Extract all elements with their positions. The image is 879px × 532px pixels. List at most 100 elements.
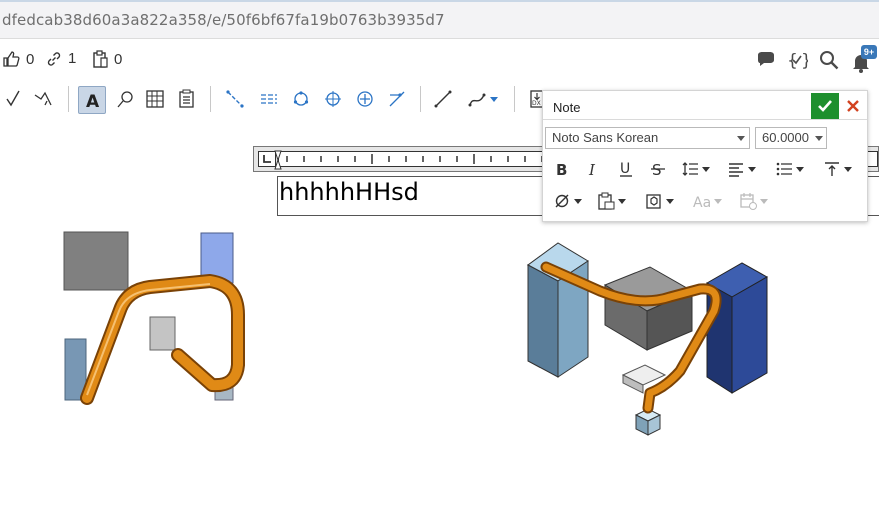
- leader-tool[interactable]: [30, 86, 56, 112]
- text-case-icon: Aa: [693, 195, 711, 210]
- table-tool[interactable]: [142, 86, 168, 112]
- insert-property-button[interactable]: [645, 189, 674, 213]
- underline-button[interactable]: U: [617, 157, 635, 181]
- note-tool[interactable]: A: [78, 86, 106, 114]
- line-icon: [434, 90, 452, 108]
- bolt-circle-tool[interactable]: [288, 86, 314, 112]
- bold-button[interactable]: B: [553, 157, 571, 181]
- isometric-view[interactable]: [520, 230, 820, 450]
- angle-line-icon: [389, 91, 405, 107]
- callout-icon: [117, 91, 133, 108]
- note-text[interactable]: hhhhhHHsd: [279, 178, 419, 206]
- centerline-icon: [226, 90, 244, 108]
- angle-tool[interactable]: [384, 86, 410, 112]
- line-spacing-icon: [682, 162, 698, 176]
- url-text[interactable]: dfedcab38d60a3a822a358/e/50f6bf67fa19b07…: [2, 11, 445, 29]
- centermark-line-tool[interactable]: [256, 86, 282, 112]
- bold-icon: B: [556, 161, 567, 178]
- panel-divider: [543, 119, 867, 120]
- inspection-table-tool[interactable]: [174, 86, 200, 112]
- check-icon: [818, 100, 832, 112]
- bullet-list-icon: [776, 162, 792, 176]
- address-bar[interactable]: dfedcab38d60a3a822a358/e/50f6bf67fa19b07…: [0, 0, 879, 39]
- font-family-select[interactable]: Noto Sans Korean: [545, 127, 750, 149]
- toolbar-separator: [420, 86, 421, 112]
- accept-button[interactable]: [811, 93, 839, 119]
- indent-marker[interactable]: [274, 149, 282, 171]
- svg-text:DX: DX: [532, 100, 541, 107]
- font-size-select[interactable]: 60.0000: [755, 127, 827, 149]
- iso-blue-block-left: [527, 264, 559, 378]
- chevron-down-icon: [748, 166, 756, 172]
- comment-icon[interactable]: [755, 49, 777, 71]
- chevron-down-icon: [714, 198, 722, 204]
- tab-strip-edge: [0, 0, 879, 2]
- part-property-icon: [646, 194, 661, 209]
- callout-tool[interactable]: [112, 86, 138, 112]
- link-icon: [47, 51, 61, 66]
- centermark-tool[interactable]: [320, 86, 346, 112]
- calendar-icon: [740, 193, 757, 210]
- links-value: 1: [68, 50, 77, 67]
- toolbar-separator: [68, 86, 69, 112]
- align-top-icon: [825, 162, 839, 176]
- centermark-cross-tool[interactable]: [352, 86, 378, 112]
- chevron-down-icon[interactable]: [489, 96, 498, 102]
- text-case-button[interactable]: Aa: [693, 189, 722, 213]
- symbol-button[interactable]: [553, 189, 582, 213]
- clipboard-list-icon: [179, 89, 194, 108]
- chevron-down-icon: [618, 198, 626, 204]
- spline-tool[interactable]: [462, 86, 502, 112]
- vertical-align-button[interactable]: [823, 157, 852, 181]
- insert-reference-button[interactable]: [597, 189, 626, 213]
- line-spacing-button[interactable]: [681, 157, 710, 181]
- checkmark-tool[interactable]: [0, 86, 26, 112]
- italic-button[interactable]: I: [585, 157, 603, 181]
- crosshair-icon: [357, 91, 373, 107]
- hatched-lines-icon: [261, 94, 277, 104]
- cancel-button[interactable]: [841, 93, 865, 119]
- strikethrough-icon: S: [651, 161, 665, 178]
- align-left-icon: [729, 163, 743, 177]
- search-icon[interactable]: [818, 49, 840, 71]
- svg-text:{: {: [787, 51, 798, 71]
- copies-count[interactable]: 0: [92, 50, 122, 68]
- diameter-icon: [555, 194, 569, 208]
- drawing-canvas[interactable]: [0, 215, 540, 532]
- note-editor-panel: Note Noto Sans Korean 60.0000 B I U S Aa: [542, 90, 868, 222]
- check-icon: [6, 90, 20, 107]
- thumbs-up-icon: [3, 51, 20, 67]
- centerline-tool[interactable]: [222, 86, 248, 112]
- chevron-down-icon: [666, 198, 674, 204]
- date-field-button[interactable]: [739, 189, 768, 213]
- grid-icon: [146, 90, 164, 108]
- leader-icon: [34, 91, 52, 106]
- font-size-value: 60.0000: [762, 130, 809, 145]
- svg-text:A: A: [86, 92, 100, 110]
- variables-icon[interactable]: {}: [786, 49, 808, 71]
- text-a-icon: A: [86, 92, 100, 110]
- note-panel-title: Note: [553, 100, 581, 115]
- document-info-bar: [0, 39, 879, 79]
- chevron-down-icon: [796, 166, 804, 172]
- small-cube-view: [149, 316, 176, 351]
- underline-icon: U: [620, 161, 632, 177]
- clipboard-icon: [93, 50, 108, 68]
- chevron-down-icon: [815, 136, 823, 141]
- italic-icon: I: [588, 161, 596, 178]
- copies-value: 0: [114, 50, 123, 68]
- bolt-circle-icon: [293, 91, 309, 106]
- font-family-value: Noto Sans Korean: [552, 130, 659, 145]
- svg-text:Aa: Aa: [693, 195, 711, 210]
- align-button[interactable]: [727, 157, 756, 181]
- target-icon: [325, 91, 341, 107]
- line-tool[interactable]: [430, 86, 456, 112]
- strikethrough-button[interactable]: S: [649, 157, 667, 181]
- toolbar-separator: [514, 86, 515, 112]
- svg-text:}: }: [801, 51, 808, 71]
- list-button[interactable]: [775, 157, 804, 181]
- chevron-down-icon: [737, 136, 745, 141]
- links-count[interactable]: 1: [46, 50, 76, 67]
- likes-count[interactable]: 0: [2, 50, 34, 68]
- chevron-down-icon: [574, 198, 582, 204]
